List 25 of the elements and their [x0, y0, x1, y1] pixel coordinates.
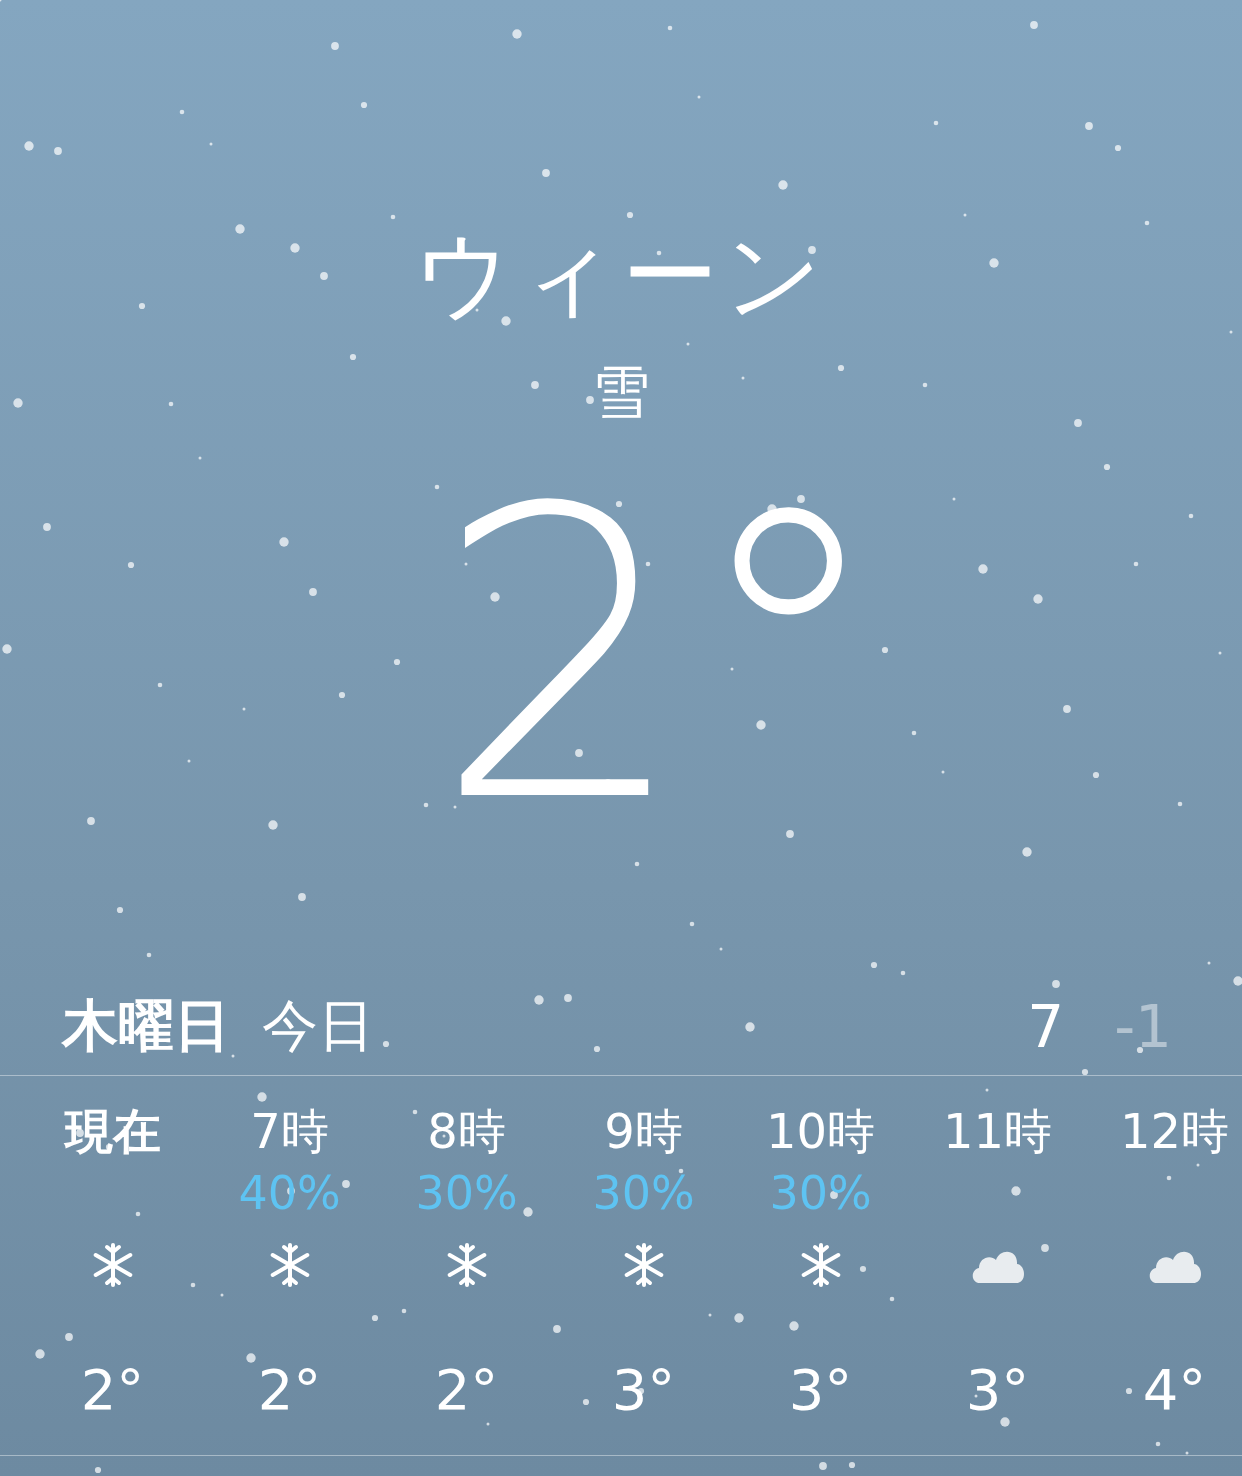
- high-temperature: 7: [1027, 993, 1065, 1061]
- weekday-label: 木曜日: [62, 992, 230, 1060]
- current-temperature: 2°: [432, 457, 889, 877]
- hour-label: 10時: [765, 1102, 876, 1161]
- precipitation-chance: 40%: [238, 1166, 341, 1220]
- city-name: ウィーン: [414, 218, 828, 333]
- hour-label: 11時: [942, 1102, 1053, 1161]
- hour-temperature: 2°: [80, 1356, 145, 1424]
- hour-label: 9時: [604, 1102, 683, 1161]
- today-label: 今日: [262, 992, 374, 1060]
- precipitation-chance: 30%: [415, 1166, 518, 1220]
- hour-temperature: 3°: [965, 1356, 1030, 1424]
- hour-temperature: 2°: [257, 1356, 322, 1424]
- hour-temperature: 3°: [611, 1356, 676, 1424]
- hour-temperature: 2°: [434, 1356, 499, 1424]
- precipitation-chance: 30%: [769, 1166, 872, 1220]
- weather-condition: 雪: [592, 357, 650, 427]
- hour-label: 7時: [250, 1102, 329, 1161]
- hour-label: 8時: [427, 1102, 506, 1161]
- hour-label: 12時: [1119, 1102, 1230, 1161]
- hour-temperature: 4°: [1142, 1356, 1207, 1424]
- precipitation-chance: 30%: [592, 1166, 695, 1220]
- hour-temperature: 3°: [788, 1356, 853, 1424]
- hour-label: 現在: [64, 1102, 161, 1161]
- low-temperature: -1: [1114, 993, 1172, 1061]
